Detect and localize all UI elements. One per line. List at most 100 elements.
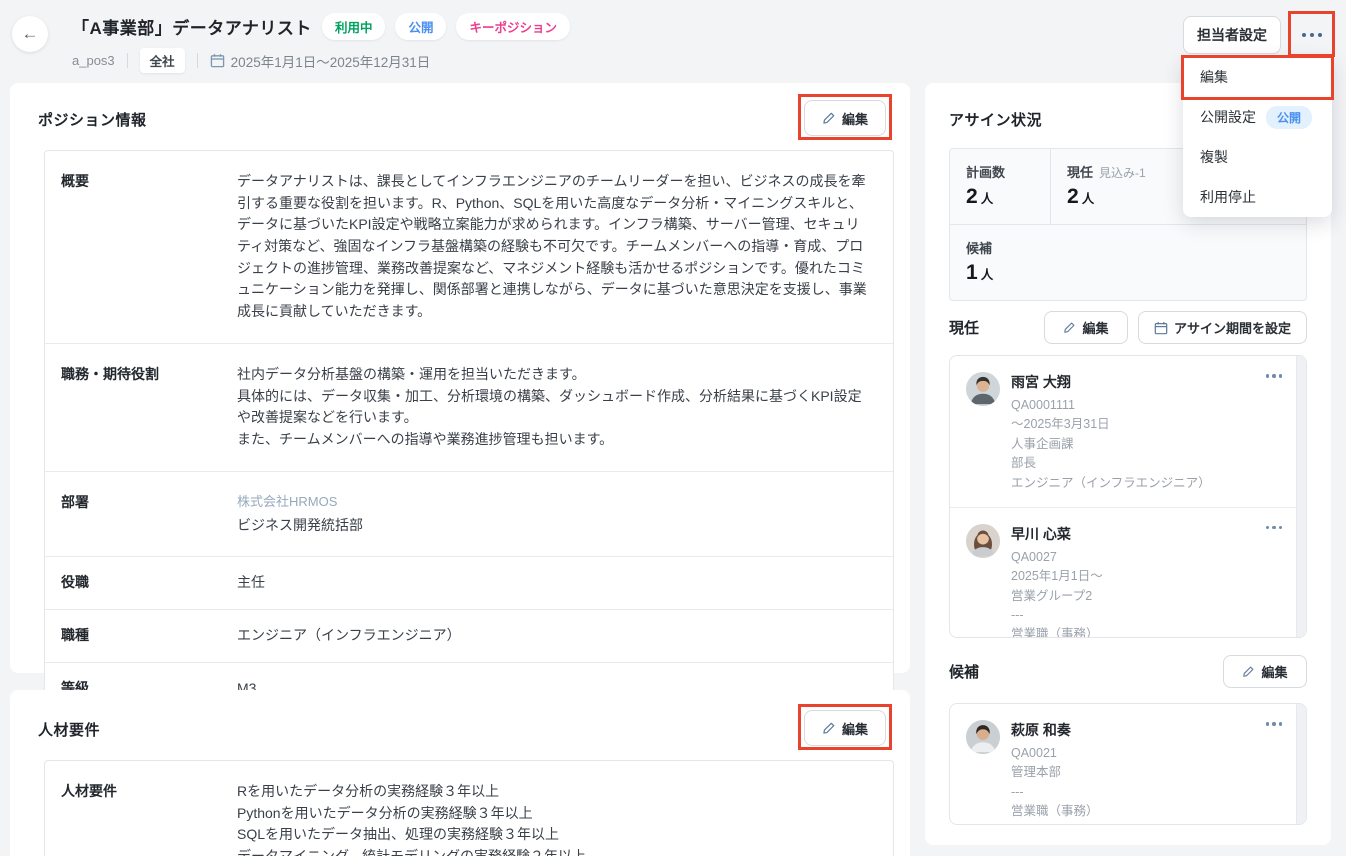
table-row: 人材要件 Rを用いたデータ分析の実務経験３年以上 Pythonを用いたデータ分析… — [45, 761, 893, 856]
menu-item-edit[interactable]: 編集 — [1183, 57, 1332, 97]
menu-item-suspend-label: 利用停止 — [1200, 187, 1256, 207]
row-value: データアナリストは、課長としてインフラエンジニアのチームリーダーを担い、ビジネス… — [237, 151, 893, 343]
row-value: Rを用いたデータ分析の実務経験３年以上 Pythonを用いたデータ分析の実務経験… — [237, 761, 893, 856]
requirements-edit-button[interactable]: 編集 — [804, 710, 886, 746]
row-value: 株式会社HRMOS ビジネス開発統括部 — [237, 472, 893, 557]
candidate-edit-button[interactable]: 編集 — [1223, 655, 1307, 688]
edit-label: 編集 — [1082, 318, 1108, 337]
scrollbar[interactable] — [1296, 356, 1306, 637]
requirements-card: 人材要件 編集 人材要件 Rを用いたデータ分析の実務経験３年以上 Pythonを… — [10, 690, 910, 856]
position-code: a_pos3 — [72, 53, 115, 68]
row-label: 概要 — [45, 151, 237, 343]
header-subline: a_pos3 全社 2025年1月1日〜2025年12月31日 — [72, 48, 430, 73]
member-more-button[interactable] — [1266, 722, 1283, 726]
menu-item-publish-setting[interactable]: 公開設定 公開 — [1183, 97, 1332, 137]
department-name: ビジネス開発統括部 — [237, 517, 363, 533]
row-label: 部署 — [45, 472, 237, 557]
pencil-icon — [1242, 665, 1255, 678]
row-value: 主任 — [237, 557, 893, 609]
table-row: 部署 株式会社HRMOS ビジネス開発統括部 — [45, 472, 893, 558]
table-row: 職務・期待役割 社内データ分析基盤の構築・運用を担当いただきます。 具体的には、… — [45, 344, 893, 472]
row-label: 職務・期待役割 — [45, 344, 237, 471]
ellipsis-icon — [1279, 526, 1283, 530]
stat-planned: 計画数 2人 — [950, 149, 1051, 224]
ellipsis-icon — [1272, 526, 1276, 530]
context-menu: 編集 公開設定 公開 複製 利用停止 — [1183, 57, 1332, 217]
back-arrow-icon: ← — [22, 24, 39, 44]
publish-status-badge: 公開 — [1266, 106, 1312, 129]
status-badge-keyposition: キーポジション — [456, 13, 570, 40]
stat-planned-value: 2 — [966, 185, 978, 208]
assignee-settings-button[interactable]: 担当者設定 — [1183, 16, 1281, 54]
member-name: 早川 心菜 — [1011, 524, 1103, 544]
pencil-icon — [1063, 321, 1076, 334]
stat-current-value: 2 — [1067, 185, 1079, 208]
pencil-icon — [822, 111, 836, 125]
scope-badge: 全社 — [140, 48, 185, 73]
row-value: エンジニア（インフラエンジニア） — [237, 610, 893, 662]
position-info-card: ポジション情報 編集 概要 データアナリストは、課長としてインフラエンジニアのチ… — [10, 83, 910, 673]
current-member-list: 雨宮 大翔 QA0001111 〜2025年3月31日 人事企画課 部長 エンジ… — [949, 355, 1307, 638]
requirements-title: 人材要件 — [38, 719, 100, 740]
member-name: 萩原 和奏 — [1011, 720, 1099, 740]
menu-item-suspend[interactable]: 利用停止 — [1183, 177, 1332, 217]
assignment-title: アサイン状況 — [949, 109, 1042, 130]
position-info-edit-button[interactable]: 編集 — [804, 100, 886, 136]
table-row: 役職 主任 — [45, 557, 893, 610]
ellipsis-icon — [1302, 33, 1306, 37]
row-label: 人材要件 — [45, 761, 237, 856]
stat-candidate-label: 候補 — [966, 238, 1290, 257]
menu-item-publish-label: 公開設定 — [1200, 107, 1256, 127]
assign-period-button[interactable]: アサイン期間を設定 — [1138, 311, 1307, 344]
position-info-table: 概要 データアナリストは、課長としてインフラエンジニアのチームリーダーを担い、ビ… — [44, 150, 894, 715]
avatar — [966, 524, 1000, 558]
menu-item-duplicate[interactable]: 複製 — [1183, 137, 1332, 177]
ellipsis-icon — [1310, 33, 1314, 37]
member-details: QA0021 管理本部 --- 営業職（事務） — [1011, 744, 1099, 822]
scrollbar[interactable] — [1296, 704, 1306, 824]
ellipsis-icon — [1279, 722, 1283, 726]
stat-planned-label: 計画数 — [966, 162, 1034, 181]
table-row: 概要 データアナリストは、課長としてインフラエンジニアのチームリーダーを担い、ビ… — [45, 151, 893, 344]
row-label: 役職 — [45, 557, 237, 609]
candidate-section-title: 候補 — [949, 661, 979, 682]
member-card: 早川 心菜 QA0027 2025年1月1日〜 営業グループ2 --- 営業職（… — [950, 507, 1306, 638]
ellipsis-icon — [1266, 526, 1270, 530]
edit-label: 編集 — [1261, 662, 1287, 681]
ellipsis-icon — [1272, 374, 1276, 378]
calendar-icon — [1154, 321, 1168, 335]
stat-unit: 人 — [1082, 192, 1095, 206]
current-edit-button[interactable]: 編集 — [1044, 311, 1128, 344]
page: ← 「A事業部」データアナリスト 利用中 公開 キーポジション a_pos3 全… — [0, 0, 1346, 856]
member-more-button[interactable] — [1266, 374, 1283, 378]
position-info-title: ポジション情報 — [38, 109, 147, 130]
row-label: 職種 — [45, 610, 237, 662]
assignee-settings-label: 担当者設定 — [1197, 25, 1267, 45]
page-title: 「A事業部」データアナリスト — [72, 14, 312, 39]
member-card: 雨宮 大翔 QA0001111 〜2025年3月31日 人事企画課 部長 エンジ… — [950, 356, 1306, 507]
edit-label: 編集 — [842, 719, 868, 738]
back-button[interactable]: ← — [12, 16, 48, 52]
divider — [197, 53, 198, 68]
member-details: QA0001111 〜2025年3月31日 人事企画課 部長 エンジニア（インフ… — [1011, 396, 1211, 493]
status-badge-public: 公開 — [395, 13, 446, 40]
status-badge-active: 利用中 — [322, 13, 386, 40]
candidate-member-list: 萩原 和奏 QA0021 管理本部 --- 営業職（事務） — [949, 703, 1307, 825]
more-menu-button[interactable] — [1293, 16, 1331, 53]
ellipsis-icon — [1272, 722, 1276, 726]
menu-item-edit-label: 編集 — [1200, 67, 1228, 87]
member-card: 萩原 和奏 QA0021 管理本部 --- 営業職（事務） — [950, 704, 1306, 825]
stat-current-label: 現任 — [1067, 162, 1093, 181]
calendar-icon — [210, 53, 225, 68]
company-link[interactable]: 株式会社HRMOS — [237, 492, 869, 512]
member-more-button[interactable] — [1266, 526, 1283, 530]
divider — [127, 53, 128, 68]
row-value: 社内データ分析基盤の構築・運用を担当いただきます。 具体的には、データ収集・加工… — [237, 344, 893, 471]
assign-period-label: アサイン期間を設定 — [1174, 318, 1291, 337]
current-section-title: 現任 — [949, 317, 979, 338]
ellipsis-icon — [1318, 33, 1322, 37]
ellipsis-icon — [1266, 722, 1270, 726]
table-row: 職種 エンジニア（インフラエンジニア） — [45, 610, 893, 663]
avatar — [966, 720, 1000, 754]
requirements-table: 人材要件 Rを用いたデータ分析の実務経験３年以上 Pythonを用いたデータ分析… — [44, 760, 894, 856]
